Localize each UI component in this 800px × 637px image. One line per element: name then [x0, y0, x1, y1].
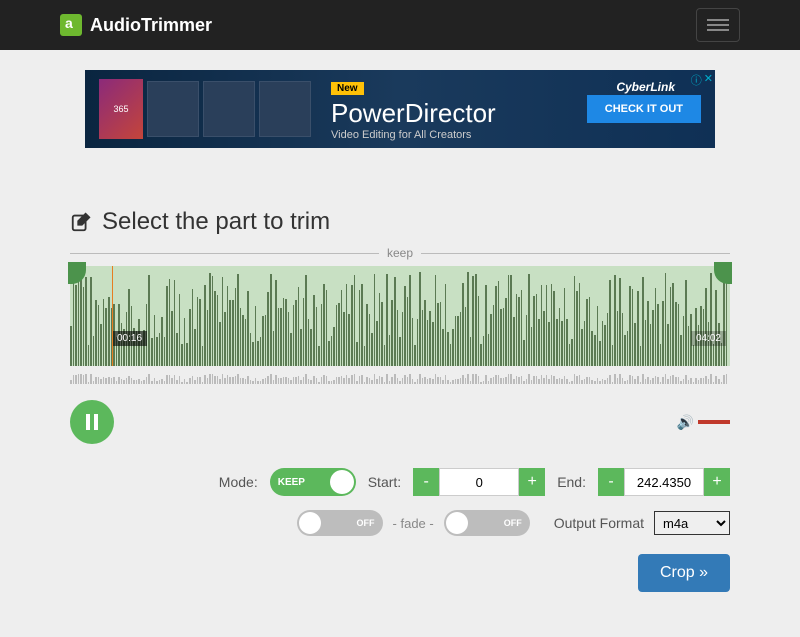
ad-cta-button[interactable]: CHECK IT OUT — [587, 95, 701, 123]
section-title-text: Select the part to trim — [102, 208, 330, 236]
mode-toggle[interactable]: KEEP — [270, 468, 356, 496]
section-heading: Select the part to trim — [70, 208, 730, 236]
end-time: 04:02 — [691, 331, 726, 346]
controls-panel: Mode: KEEP Start: - + End: - + OFF — [70, 468, 730, 592]
ad-controls[interactable]: ⓘ ✕ — [691, 72, 713, 88]
crop-button[interactable]: Crop » — [638, 554, 730, 592]
keep-label: keep — [387, 246, 413, 260]
ad-vendor: CyberLink — [616, 80, 675, 94]
ad-package-badge: 365 — [99, 79, 143, 139]
ad-info-icon[interactable]: ⓘ — [691, 72, 702, 88]
ad-close-icon[interactable]: ✕ — [704, 72, 713, 88]
ad-title: PowerDirector — [331, 98, 587, 129]
start-decrement-button[interactable]: - — [413, 468, 439, 496]
pause-button[interactable] — [70, 400, 114, 444]
controls-row-1: Mode: KEEP Start: - + End: - + — [219, 468, 730, 496]
end-group: - + — [598, 468, 730, 496]
controls-row-2: OFF - fade - OFF Output Format m4a — [297, 510, 730, 536]
fade-label: - fade - — [393, 516, 434, 531]
fade-in-toggle[interactable]: OFF — [297, 510, 383, 536]
start-increment-button[interactable]: + — [519, 468, 545, 496]
ad-banner[interactable]: ⓘ ✕ 365 New PowerDirector Video Editing … — [85, 70, 715, 148]
start-label: Start: — [368, 474, 401, 490]
waveform-lower — [70, 366, 730, 384]
ad-subtitle: Video Editing for All Creators — [331, 129, 587, 141]
fade-out-toggle[interactable]: OFF — [444, 510, 530, 536]
end-label: End: — [557, 474, 586, 490]
waveform-upper[interactable]: 00:16 04:02 — [70, 266, 730, 366]
brand-logo[interactable]: AudioTrimmer — [60, 14, 212, 36]
volume-bar[interactable] — [698, 420, 730, 424]
mode-value: KEEP — [278, 477, 305, 488]
playhead-time: 00:16 — [112, 331, 147, 346]
menu-icon[interactable] — [696, 8, 740, 42]
player-row: 🔊 — [70, 400, 730, 444]
ad-copy: New PowerDirector Video Editing for All … — [331, 78, 587, 141]
brand-name: AudioTrimmer — [90, 15, 212, 36]
keep-divider: keep — [70, 246, 730, 260]
format-select[interactable]: m4a — [654, 511, 730, 535]
playhead[interactable] — [112, 266, 113, 366]
start-group: - + — [413, 468, 545, 496]
ad-thumbnails — [147, 81, 311, 137]
format-label: Output Format — [554, 515, 644, 531]
navbar: AudioTrimmer — [0, 0, 800, 50]
end-input[interactable] — [624, 468, 704, 496]
main-container: Select the part to trim keep 00:16 04:02… — [70, 208, 730, 592]
mode-label: Mode: — [219, 474, 258, 490]
edit-icon — [70, 211, 92, 233]
start-input[interactable] — [439, 468, 519, 496]
volume-icon: 🔊 — [677, 414, 694, 431]
waveform[interactable]: 00:16 04:02 — [70, 266, 730, 384]
end-increment-button[interactable]: + — [704, 468, 730, 496]
end-decrement-button[interactable]: - — [598, 468, 624, 496]
mode-knob — [330, 470, 354, 494]
ad-new-badge: New — [331, 82, 364, 95]
volume-control[interactable]: 🔊 — [677, 414, 730, 431]
logo-icon — [60, 14, 82, 36]
